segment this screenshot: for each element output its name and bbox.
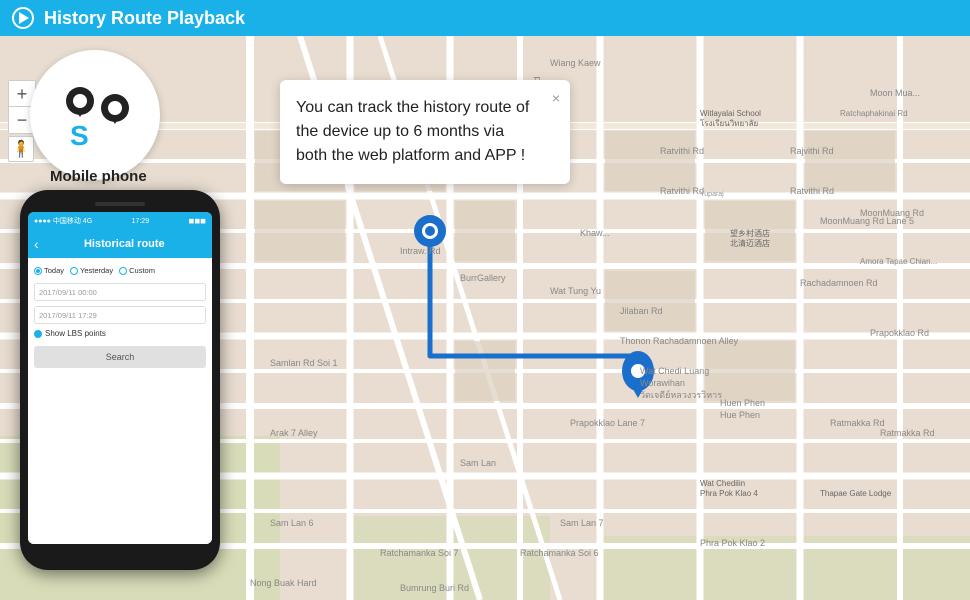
svg-text:Wiang Kaew: Wiang Kaew [550, 58, 601, 68]
phone-content: Today Yesterday Custom 2017/09/11 00:00 [28, 258, 212, 544]
svg-text:Ratchamanka Soi 7: Ratchamanka Soi 7 [380, 548, 459, 558]
svg-text:Wat Chedilin: Wat Chedilin [700, 479, 745, 488]
gps-logo-svg: S [45, 65, 145, 165]
phone-radio-row: Today Yesterday Custom [34, 266, 206, 275]
phone-status-bar: ●●●● 中国移动 4G 17:29 ◼◼◼ [28, 212, 212, 230]
svg-text:Prapokklao Rd: Prapokklao Rd [870, 328, 929, 338]
svg-text:Ratmakka Rd: Ratmakka Rd [880, 428, 935, 438]
svg-text:Rachadamnoen Rd: Rachadamnoen Rd [800, 278, 878, 288]
mobile-phone-label: Mobile phone [50, 168, 147, 185]
popup-text: You can track the history route of the d… [296, 99, 529, 164]
svg-text:Ratchamanka Soi 6: Ratchamanka Soi 6 [520, 548, 599, 558]
gps-logo: S [30, 50, 160, 180]
svg-text:Rajvithi Rd: Rajvithi Rd [790, 146, 834, 156]
svg-text:Yuparaj: Yuparaj [700, 191, 724, 198]
phone-status-carrier: ●●●● 中国移动 4G [34, 216, 92, 226]
svg-text:Sam Lan 7: Sam Lan 7 [560, 518, 604, 528]
info-popup: × You can track the history route of the… [280, 80, 570, 184]
phone-speaker [95, 202, 145, 206]
svg-text:โรงเรียนวิทยาลัย: โรงเรียนวิทยาลัย [700, 118, 758, 128]
phone-checkbox-row[interactable]: Show LBS points [34, 329, 206, 338]
svg-text:Ratvithi Rd: Ratvithi Rd [790, 186, 834, 196]
svg-text:Wat Chedi Luang: Wat Chedi Luang [640, 366, 709, 376]
svg-text:Witlayalai School: Witlayalai School [700, 109, 761, 118]
phone-radio-today[interactable]: Today [34, 266, 64, 275]
phone-radio-yesterday[interactable]: Yesterday [70, 266, 113, 275]
phone-date-input-2[interactable]: 2017/09/11 17:29 [34, 306, 206, 324]
svg-text:Huen Phen: Huen Phen [720, 398, 765, 408]
svg-text:Ratvithi Rd: Ratvithi Rd [660, 186, 704, 196]
phone-search-button[interactable]: Search [34, 346, 206, 368]
svg-text:วัดเจดีย์หลวงวรวิหาร: วัดเจดีย์หลวงวรวิหาร [640, 389, 722, 400]
svg-text:北清迈酒店: 北清迈酒店 [730, 238, 770, 248]
svg-text:Ratmakka Rd: Ratmakka Rd [830, 418, 885, 428]
svg-text:Amora Tapae Chian...: Amora Tapae Chian... [860, 257, 937, 266]
phone-checkbox-lbs [34, 330, 42, 338]
svg-text:Sam Lan: Sam Lan [460, 458, 496, 468]
play-icon [12, 7, 34, 29]
radio-label-today: Today [44, 266, 64, 275]
svg-text:Thonon Rachadamnoen Alley: Thonon Rachadamnoen Alley [620, 336, 739, 346]
svg-text:Wat Tung Yu: Wat Tung Yu [550, 286, 601, 296]
phone-status-time: 17:29 [132, 218, 150, 225]
page-title: History Route Playback [44, 8, 245, 29]
phone-radio-custom[interactable]: Custom [119, 266, 155, 275]
svg-text:Phra Pok Klao 2: Phra Pok Klao 2 [700, 538, 765, 548]
phone-nav-back[interactable]: ‹ [34, 236, 39, 252]
phone-nav-title: Historical route [43, 238, 206, 250]
radio-label-yesterday: Yesterday [80, 266, 113, 275]
svg-text:Intraw. Rd: Intraw. Rd [400, 246, 441, 256]
svg-text:Ratvithi Rd: Ratvithi Rd [660, 146, 704, 156]
svg-text:Phra Pok Klao 4: Phra Pok Klao 4 [700, 489, 758, 498]
svg-text:Prapokklao Lane 7: Prapokklao Lane 7 [570, 418, 645, 428]
svg-text:Hue Phen: Hue Phen [720, 410, 760, 420]
phone-nav-bar: ‹ Historical route [28, 230, 212, 258]
svg-text:S: S [70, 120, 89, 151]
svg-text:Samlan Rd Soi 1: Samlan Rd Soi 1 [270, 358, 338, 368]
svg-text:Thapae Gate Lodge: Thapae Gate Lodge [820, 489, 892, 498]
svg-text:Arak 7 Alley: Arak 7 Alley [270, 428, 318, 438]
radio-dot-custom [119, 267, 127, 275]
svg-text:Worawihan: Worawihan [640, 378, 685, 388]
svg-text:Ratchaphakinai Rd: Ratchaphakinai Rd [840, 109, 908, 118]
svg-text:Nong Buak Hard: Nong Buak Hard [250, 578, 317, 588]
svg-text:Bumrung Buri Rd: Bumrung Buri Rd [400, 583, 469, 593]
svg-text:望乡村酒店: 望乡村酒店 [730, 228, 770, 238]
svg-text:Moon Mua...: Moon Mua... [870, 88, 920, 98]
phone-mockup: ●●●● 中国移动 4G 17:29 ◼◼◼ ‹ Historical rout… [20, 190, 220, 570]
radio-label-custom: Custom [129, 266, 155, 275]
header-bar: History Route Playback [0, 0, 970, 36]
phone-status-battery: ◼◼◼ [189, 217, 206, 225]
phone-date-input-1[interactable]: 2017/09/11 00:00 [34, 283, 206, 301]
svg-text:Khaw...: Khaw... [580, 228, 610, 238]
phone-checkbox-label: Show LBS points [45, 329, 106, 338]
popup-close-button[interactable]: × [552, 88, 560, 109]
svg-text:Jilaban Rd: Jilaban Rd [620, 306, 663, 316]
svg-text:MoonMuang Rd: MoonMuang Rd [860, 208, 924, 218]
radio-dot-today [34, 267, 42, 275]
svg-text:Sam Lan 6: Sam Lan 6 [270, 518, 314, 528]
svg-text:BurrGallery: BurrGallery [460, 273, 506, 283]
phone-screen: ●●●● 中国移动 4G 17:29 ◼◼◼ ‹ Historical rout… [28, 212, 212, 544]
radio-dot-yesterday [70, 267, 78, 275]
